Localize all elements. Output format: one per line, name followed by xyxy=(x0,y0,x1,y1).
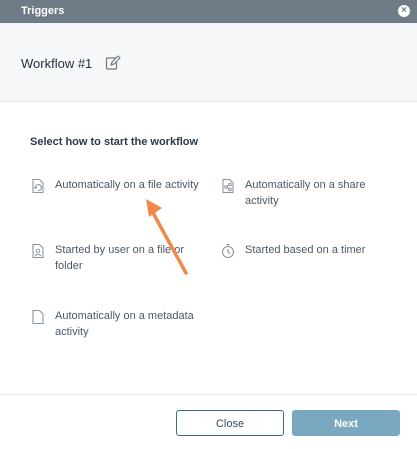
option-timer[interactable]: Started based on a timer xyxy=(220,242,395,259)
next-button[interactable]: Next xyxy=(292,410,400,436)
workflow-name: Workflow #1 xyxy=(21,56,93,71)
metadata-icon xyxy=(32,309,44,325)
timer-icon xyxy=(221,243,235,259)
option-share-activity[interactable]: Automatically on a share activity xyxy=(220,177,395,209)
workflow-header: Workflow #1 xyxy=(0,23,417,102)
close-icon[interactable]: × xyxy=(398,5,410,17)
file-activity-icon xyxy=(32,178,44,194)
pencil-edit-icon[interactable] xyxy=(105,55,121,71)
option-label: Automatically on a file activity xyxy=(55,179,199,191)
option-metadata-activity[interactable]: Automatically on a metadata activity xyxy=(30,308,205,340)
option-file-activity[interactable]: Automatically on a file activity xyxy=(30,177,205,194)
section-title: Select how to start the workflow xyxy=(30,136,199,148)
user-file-icon xyxy=(32,243,44,259)
close-button[interactable]: Close xyxy=(176,410,284,436)
share-activity-icon xyxy=(222,178,234,194)
option-label: Automatically on a metadata activity xyxy=(55,310,194,338)
option-label: Automatically on a share activity xyxy=(245,179,366,207)
dialog-title: Triggers xyxy=(21,5,65,17)
dialog-titlebar: Triggers × xyxy=(0,0,417,23)
dialog-footer: Close Next xyxy=(0,394,417,449)
annotation-arrow-icon xyxy=(146,199,188,275)
option-label: Started based on a timer xyxy=(245,244,366,256)
